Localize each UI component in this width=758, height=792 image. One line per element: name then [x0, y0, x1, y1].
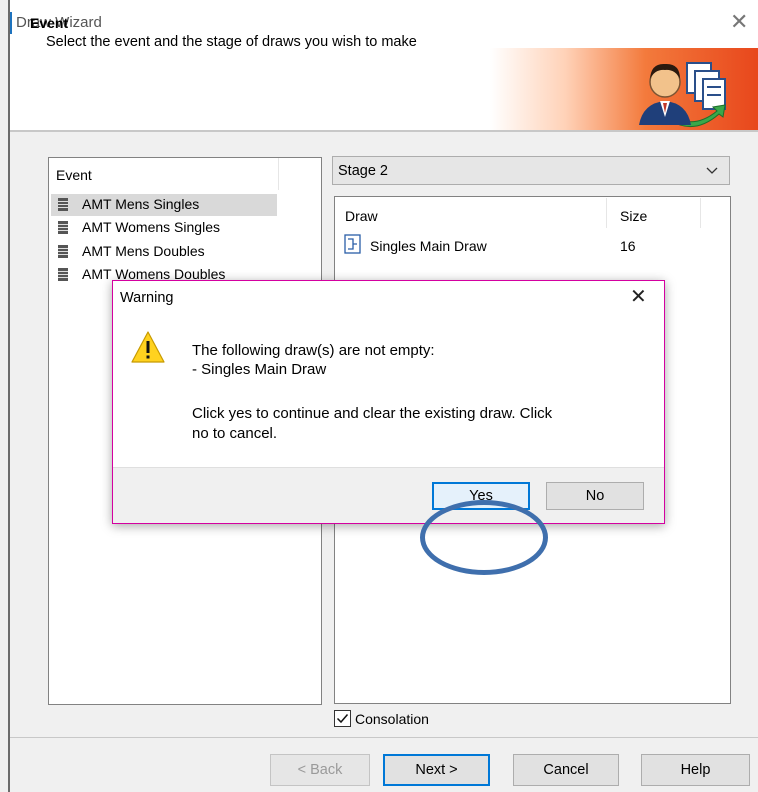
draw-row-name[interactable]: Singles Main Draw [370, 238, 487, 254]
dialog-body [113, 314, 664, 467]
no-button[interactable]: No [546, 482, 644, 510]
draw-row-size: 16 [620, 238, 636, 254]
warning-icon [131, 331, 165, 363]
next-button[interactable]: Next > [383, 754, 490, 786]
dialog-title-bar [113, 281, 664, 314]
dialog-title: Warning [120, 290, 174, 306]
event-item[interactable]: AMT Mens Doubles [51, 241, 277, 263]
back-button[interactable]: < Back [270, 754, 370, 786]
size-column-header: Size [620, 208, 648, 224]
event-icon [58, 198, 68, 211]
column-divider [606, 198, 607, 228]
dialog-footer-separator [113, 467, 664, 468]
draw-column-header: Draw [345, 208, 378, 224]
event-icon [58, 221, 68, 234]
consolation-label: Consolation [355, 711, 429, 727]
title-accent [10, 12, 12, 34]
dialog-message-line: no to cancel. [192, 425, 278, 442]
help-button[interactable]: Help [641, 754, 750, 786]
event-item[interactable]: AMT Womens Singles [51, 217, 277, 239]
highlight-annotation [420, 500, 548, 575]
wizard-person-icon [639, 62, 726, 128]
event-item-label: AMT Womens Singles [82, 219, 220, 235]
draw-icon [344, 234, 361, 254]
cancel-button[interactable]: Cancel [513, 754, 619, 786]
checkbox-icon [336, 714, 349, 724]
event-icon [58, 245, 68, 258]
dialog-message-line: The following draw(s) are not empty: [192, 342, 435, 359]
event-item-label: AMT Mens Doubles [82, 243, 205, 259]
event-item-label: AMT Mens Singles [82, 196, 200, 212]
column-divider [278, 158, 279, 190]
dialog-message-line: - Singles Main Draw [192, 361, 327, 378]
dialog-message-line: Click yes to continue and clear the exis… [192, 405, 553, 422]
event-item[interactable]: AMT Mens Singles [51, 194, 277, 216]
column-divider [700, 198, 701, 228]
close-icon[interactable]: ✕ [630, 286, 647, 308]
event-column-header: Event [56, 167, 92, 183]
close-icon[interactable]: ✕ [730, 10, 748, 34]
chevron-down-icon[interactable] [706, 162, 718, 178]
header-subtitle: Select the event and the stage of draws … [46, 34, 417, 50]
stage-select[interactable] [332, 156, 730, 185]
consolation-checkbox[interactable] [334, 710, 351, 727]
header-title: Event [30, 15, 69, 31]
header-separator [10, 130, 758, 132]
stage-select-value: Stage 2 [338, 163, 388, 179]
event-icon [58, 268, 68, 281]
footer-separator [10, 737, 758, 738]
